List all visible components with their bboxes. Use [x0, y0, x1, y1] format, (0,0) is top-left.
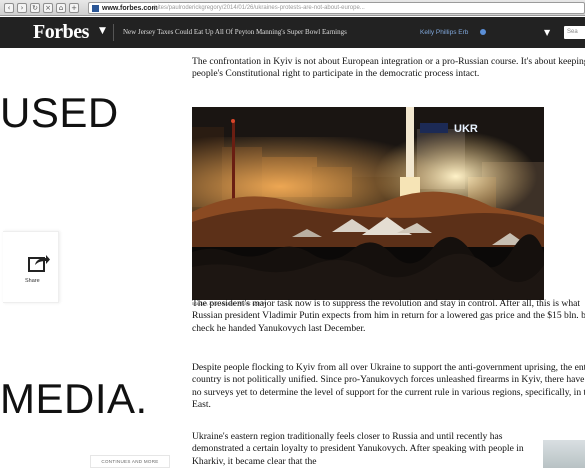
address-bar[interactable]: www.forbes.com /sites/paulroderickgregor…	[88, 2, 585, 14]
menu-chevron-down-icon[interactable]: ▼	[544, 28, 550, 38]
home-icon[interactable]: ⌂	[56, 3, 66, 13]
promo-word-bottom: MEDIA.	[0, 375, 148, 422]
photo-sign-text: UKR	[454, 123, 478, 135]
browser-toolbar: ‹ › ↻ × ⌂ + www.forbes.com /sites/paulro…	[0, 0, 585, 16]
url-domain: www.forbes.com	[102, 5, 158, 12]
trending-headline-link[interactable]: New Jersey Taxes Could Eat Up All Of Pey…	[123, 27, 347, 38]
article-paragraph-1: The confrontation in Kyiv is not about E…	[192, 56, 585, 80]
search-input[interactable]: Sea	[564, 26, 585, 39]
forbes-favicon-icon	[92, 5, 99, 12]
continues-button[interactable]: CONTINUES AND MORE	[90, 455, 170, 468]
forbes-header: Forbes ▼ New Jersey Taxes Could Eat Up A…	[0, 17, 585, 48]
article-paragraph-3: Despite people flocking to Kyiv from all…	[192, 362, 585, 411]
related-thumbnail[interactable]	[543, 440, 585, 468]
article-paragraph-2: The president's major task now is to sup…	[192, 298, 585, 334]
url-path: /sites/paulroderickgregory/2014/01/26/uk…	[153, 5, 365, 11]
header-divider	[113, 24, 114, 41]
forward-arrow-icon[interactable]: ›	[17, 3, 27, 13]
forbes-logo[interactable]: Forbes	[33, 20, 89, 44]
back-arrow-icon[interactable]: ‹	[4, 3, 14, 13]
headline-author-link[interactable]: Kelly Phillips Erb	[420, 27, 468, 38]
photo-illustration: UKR	[192, 107, 544, 300]
share-icon	[28, 255, 50, 272]
promo-word-top: USED	[0, 89, 119, 136]
share-label: Share	[25, 278, 40, 284]
maidan-night-photo: UKR	[192, 107, 544, 300]
share-button[interactable]: Share	[3, 231, 59, 303]
bookmark-icon[interactable]: +	[69, 3, 79, 13]
author-badge-icon	[480, 29, 486, 35]
logo-menu-chevron-down-icon[interactable]: ▼	[99, 25, 106, 37]
article-paragraph-4: Ukraine's eastern region traditionally f…	[192, 431, 524, 467]
reload-icon[interactable]: ↻	[30, 3, 40, 13]
stop-icon[interactable]: ×	[43, 3, 53, 13]
